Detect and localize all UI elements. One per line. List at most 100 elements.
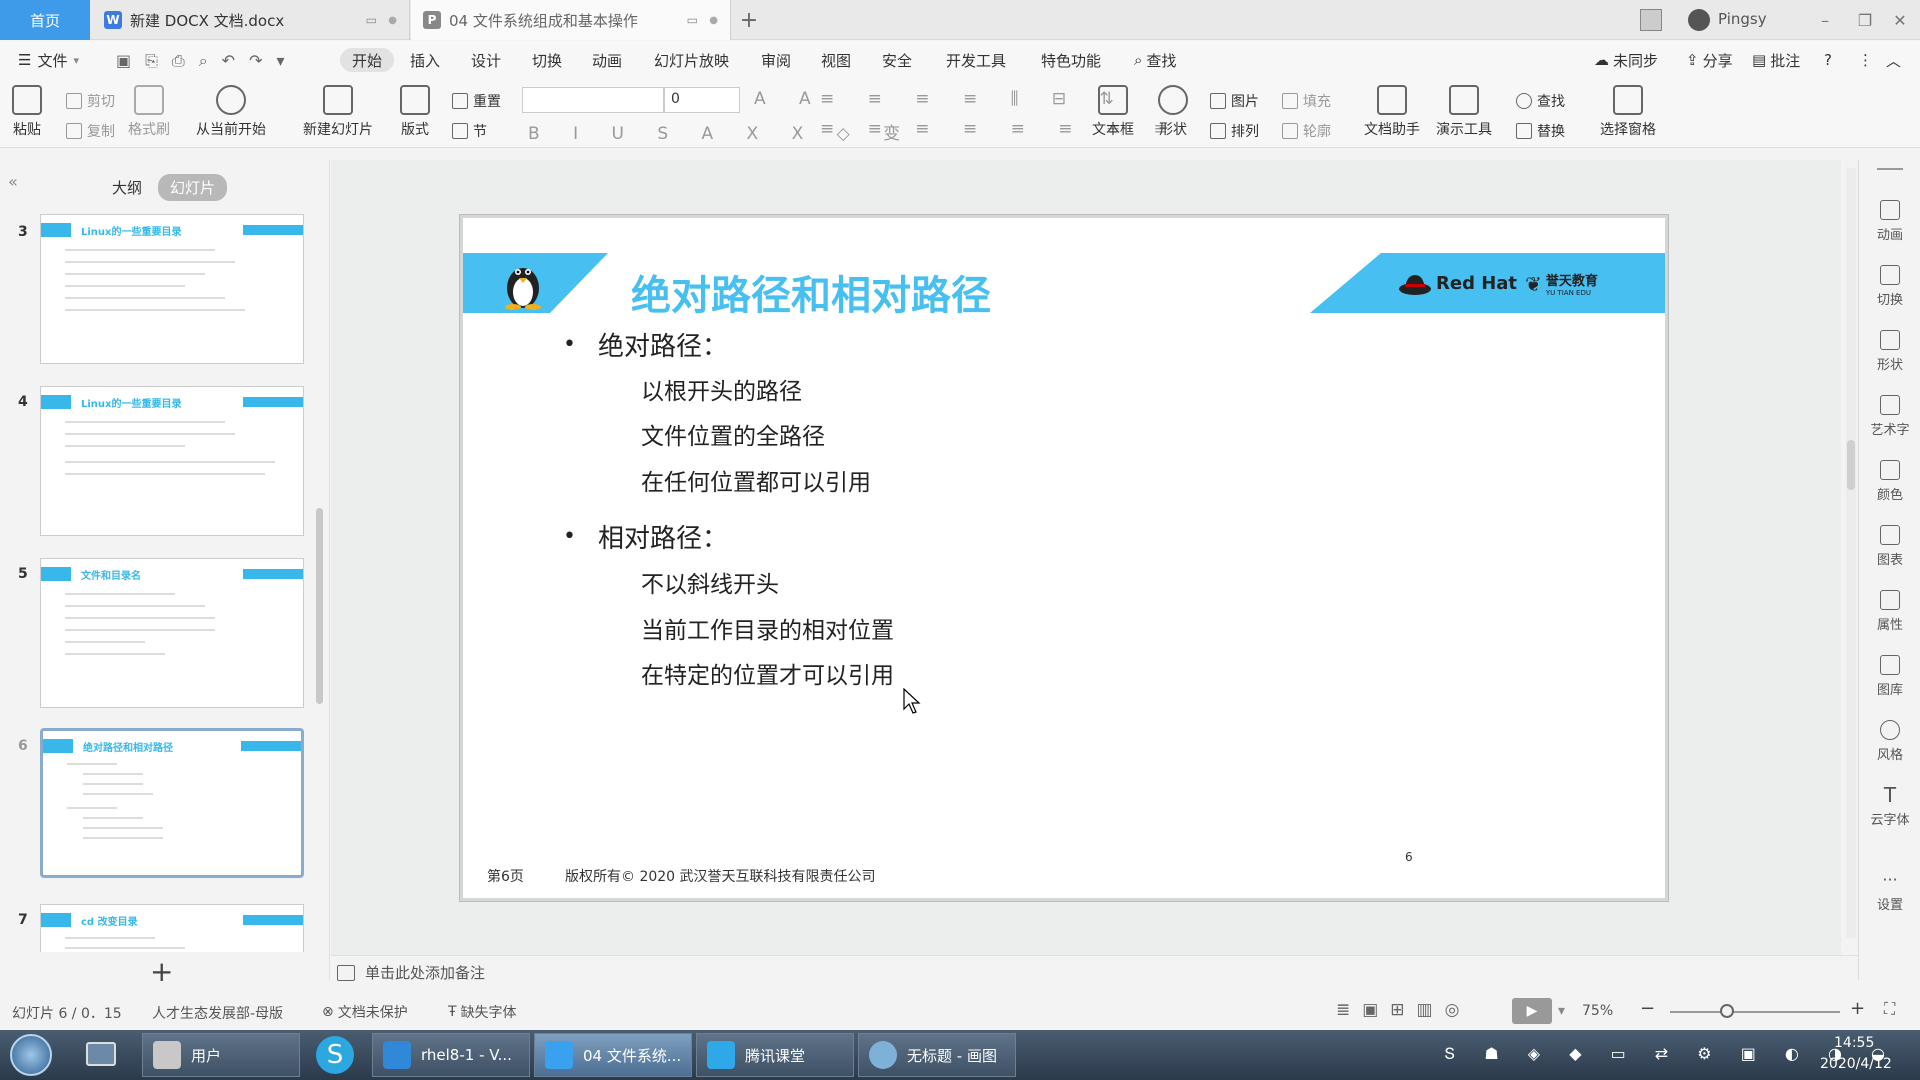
fill-button[interactable]: 填充 xyxy=(1282,91,1331,111)
slide-thumbnail-3[interactable]: Linux的一些重要目录 xyxy=(40,214,304,364)
tab-pptx[interactable]: P 04 文件系统组成和基本操作 ▭ ● xyxy=(411,0,731,40)
desktop-icon[interactable] xyxy=(86,1042,116,1066)
monitor-icon[interactable]: ▭ xyxy=(683,11,701,29)
picture-button[interactable]: 图片 xyxy=(1210,91,1259,111)
slide-thumbnail-7[interactable]: cd 改变目录 xyxy=(40,904,304,952)
shape-button[interactable]: 形状 xyxy=(1158,85,1188,139)
skin-icon[interactable] xyxy=(1640,9,1662,31)
menu-transition[interactable]: 切换 xyxy=(532,41,562,79)
protect-status[interactable]: ⊗ 文档未保护 xyxy=(322,1002,408,1022)
menu-search[interactable]: ⌕ 查找 xyxy=(1134,41,1176,79)
font-size-input[interactable]: 0 xyxy=(664,87,740,113)
section-button[interactable]: 节 xyxy=(452,121,487,141)
avatar[interactable] xyxy=(1688,9,1710,31)
outline-button[interactable]: 轮廓 xyxy=(1282,121,1331,141)
menu-view[interactable]: 视图 xyxy=(821,41,851,79)
menu-features[interactable]: 特色功能 xyxy=(1041,41,1101,79)
font-grow-shrink[interactable]: A A xyxy=(754,89,825,109)
share-button[interactable]: ⇪ 分享 xyxy=(1686,41,1733,79)
menu-slideshow[interactable]: 幻灯片放映 xyxy=(654,41,729,79)
select-pane-button[interactable]: 选择窗格 xyxy=(1600,85,1656,139)
layout-button[interactable]: 版式 xyxy=(400,85,430,139)
slide[interactable]: 绝对路径和相对路径 Red Hat ❦ 誉天教育 YU TIAN EDU 绝对路… xyxy=(460,215,1668,901)
tab-home[interactable]: 首页 xyxy=(0,0,90,40)
add-slide-button[interactable]: + xyxy=(150,955,173,988)
template-name[interactable]: 人才生态发展部-母版 xyxy=(152,1003,283,1023)
tab-outline[interactable]: 大纲 xyxy=(100,174,154,201)
menu-security[interactable]: 安全 xyxy=(882,41,912,79)
cut-button[interactable]: 剪切 xyxy=(66,91,115,111)
menu-home[interactable]: 开始 xyxy=(340,48,395,72)
taskbar-item-wps[interactable]: 04 文件系统... xyxy=(534,1033,692,1077)
canvas-scrollbar-thumb[interactable] xyxy=(1847,440,1855,490)
taskbar-item-paint[interactable]: 无标题 - 画图 xyxy=(858,1033,1016,1077)
menu-insert[interactable]: 插入 xyxy=(410,41,440,79)
help-icon[interactable]: ? xyxy=(1824,41,1832,79)
new-slide-button[interactable]: 新建幻灯片 xyxy=(303,85,373,139)
quick-access-toolbar[interactable]: ▣⎘⎙⌕↶↷▾ xyxy=(116,51,299,71)
sidebar-handle[interactable] xyxy=(1877,168,1903,170)
sync-button[interactable]: ☁ 未同步 xyxy=(1594,41,1658,79)
menu-animation[interactable]: 动画 xyxy=(592,41,622,79)
zoom-slider-track[interactable] xyxy=(1670,1011,1840,1013)
play-slideshow-button[interactable]: ▶ xyxy=(1512,998,1552,1024)
sidebar-properties[interactable]: 属性 xyxy=(1859,590,1920,633)
arrange-button[interactable]: 排列 xyxy=(1210,121,1259,141)
thumbnail-scrollbar[interactable] xyxy=(316,508,323,704)
paragraph-buttons[interactable]: ≡ ≡ ≡ ≡ ⫼ ⊟ ⇅ xyxy=(820,89,1128,109)
clock-time[interactable]: 14:55 xyxy=(1834,1035,1874,1051)
minimize-icon[interactable]: – xyxy=(1805,0,1845,40)
sidebar-chart[interactable]: 图表 xyxy=(1859,525,1920,568)
clock-date[interactable]: 2020/4/12 xyxy=(1820,1056,1892,1072)
menu-developer[interactable]: 开发工具 xyxy=(946,41,1006,79)
canvas-scrollbar-track[interactable] xyxy=(1846,168,1856,938)
start-button[interactable] xyxy=(10,1034,52,1076)
paste-button[interactable]: 粘贴 xyxy=(12,85,42,139)
sidebar-cloud-font[interactable]: T 云字体 xyxy=(1859,785,1920,828)
fit-window-icon[interactable]: ⛶ xyxy=(1884,999,1895,1019)
taskbar-item-rhel[interactable]: rhel8-1 - V... xyxy=(372,1033,530,1077)
font-name-input[interactable] xyxy=(522,87,664,113)
format-painter-button[interactable]: 格式刷 xyxy=(128,85,170,139)
slide-thumbnail-4[interactable]: Linux的一些重要目录 xyxy=(40,386,304,536)
zoom-in-button[interactable]: + xyxy=(1850,998,1865,1019)
sidebar-gallery[interactable]: 图库 xyxy=(1859,655,1920,698)
zoom-level[interactable]: 75% xyxy=(1582,1003,1613,1019)
user-name[interactable]: Pingsy xyxy=(1718,10,1767,28)
presenter-tools-button[interactable]: 演示工具 xyxy=(1436,85,1492,139)
sidebar-transition[interactable]: 切换 xyxy=(1859,265,1920,308)
slide-thumbnail-6[interactable]: 绝对路径和相对路径 xyxy=(40,728,304,878)
dot-icon[interactable]: ● xyxy=(709,15,718,26)
file-menu[interactable]: ☰ 文件 ▾ xyxy=(18,41,79,79)
reset-button[interactable]: 重置 xyxy=(452,91,501,111)
view-mode-buttons[interactable]: ≣▣⊞▥◎ xyxy=(1336,1000,1471,1020)
textbox-button[interactable]: 文本框 xyxy=(1092,85,1134,139)
new-tab-button[interactable]: + xyxy=(735,6,763,34)
sidebar-style[interactable]: 风格 xyxy=(1859,720,1920,763)
zoom-slider-knob[interactable] xyxy=(1720,1004,1734,1018)
sidebar-settings[interactable]: ··· 设置 xyxy=(1859,870,1920,913)
menu-review[interactable]: 审阅 xyxy=(761,41,791,79)
more-icon[interactable]: ⋮ xyxy=(1858,41,1873,79)
collapse-panel-icon[interactable]: « xyxy=(8,172,18,191)
sidebar-shape[interactable]: 形状 xyxy=(1859,330,1920,373)
sidebar-color[interactable]: 颜色 xyxy=(1859,460,1920,503)
taskbar-item-tencent[interactable]: 腾讯课堂 xyxy=(696,1033,854,1077)
from-current-button[interactable]: 从当前开始 xyxy=(196,85,266,139)
dot-icon[interactable]: ● xyxy=(388,15,397,26)
comment-button[interactable]: ▤ 批注 xyxy=(1752,41,1800,79)
sidebar-wordart[interactable]: 艺术字 xyxy=(1859,395,1920,438)
copy-button[interactable]: 复制 xyxy=(66,121,115,141)
sidebar-animation[interactable]: 动画 xyxy=(1859,200,1920,243)
doc-helper-button[interactable]: 文档助手 xyxy=(1364,85,1420,139)
zoom-out-button[interactable]: − xyxy=(1640,998,1655,1019)
menu-design[interactable]: 设计 xyxy=(471,41,501,79)
tab-slides[interactable]: 幻灯片 xyxy=(158,174,228,201)
replace-button[interactable]: 替换 xyxy=(1516,121,1565,141)
taskbar-item-user[interactable]: 用户 xyxy=(142,1033,300,1077)
notes-area[interactable]: 单击此处添加备注 xyxy=(331,955,1858,989)
missing-font-status[interactable]: Ŧ 缺失字体 xyxy=(448,1002,517,1022)
close-icon[interactable]: ✕ xyxy=(1880,0,1920,40)
find-button[interactable]: 查找 xyxy=(1516,91,1565,111)
slide-thumbnail-5[interactable]: 文件和目录名 xyxy=(40,558,304,708)
